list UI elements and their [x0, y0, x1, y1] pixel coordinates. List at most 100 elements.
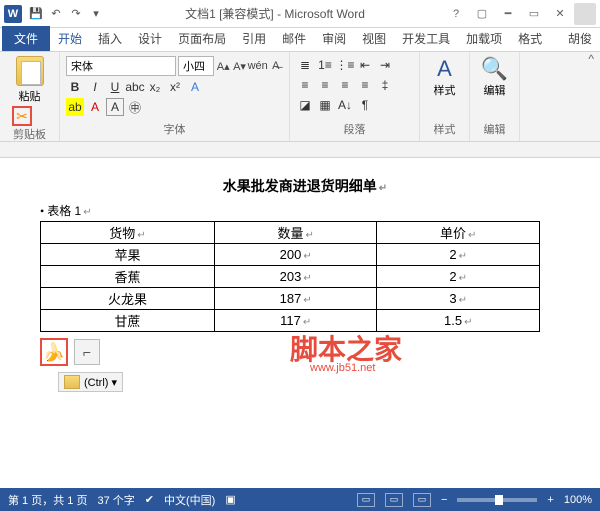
multilevel-button[interactable]: ⋮≡ [336, 56, 354, 74]
numbering-button[interactable]: 1≡ [316, 56, 334, 74]
tab-mailings[interactable]: 邮件 [274, 26, 314, 51]
borders-button[interactable]: ▦ [316, 96, 334, 114]
paste-options-button[interactable]: (Ctrl) ▾ [58, 372, 123, 392]
justify-button[interactable]: ≡ [356, 76, 374, 94]
pasted-image-area: 🍌 ⌐ [40, 338, 100, 366]
table-row: 苹果200↵2↵ [41, 244, 540, 266]
inc-indent-button[interactable]: ⇥ [376, 56, 394, 74]
strike-button[interactable]: abc [126, 78, 144, 96]
banana-image[interactable]: 🍌 [40, 338, 68, 366]
sort-button[interactable]: A↓ [336, 96, 354, 114]
underline-button[interactable]: U [106, 78, 124, 96]
paste-icon [16, 56, 44, 86]
paragraph-group-label: 段落 [296, 121, 413, 137]
subscript-button[interactable]: x₂ [146, 78, 164, 96]
styles-icon[interactable]: A [437, 56, 452, 82]
show-marks-button[interactable]: ¶ [356, 96, 374, 114]
status-language[interactable]: 中文(中国) [164, 492, 215, 508]
view-read-icon[interactable]: ▭ [357, 493, 375, 507]
clipboard-group-label: 剪贴板 [6, 126, 53, 142]
qat-redo-icon[interactable]: ↷ [68, 6, 84, 22]
tab-references[interactable]: 引用 [234, 26, 274, 51]
collapse-ribbon-icon[interactable]: ^ [588, 52, 594, 66]
clear-format-icon[interactable]: A̶ [269, 57, 283, 75]
superscript-button[interactable]: x² [166, 78, 184, 96]
group-font: A▴ A▾ wén A̶ B I U abc x₂ x² A ab A A ㊥ … [60, 52, 290, 141]
group-editing: 🔍 编辑 编辑 [470, 52, 520, 141]
shrink-font-icon[interactable]: A▾ [232, 57, 246, 75]
tab-addins[interactable]: 加载项 [458, 26, 510, 51]
bold-button[interactable]: B [66, 78, 84, 96]
layout-options-icon[interactable]: ⌐ [74, 339, 100, 365]
document-area[interactable]: 水果批发商进退货明细单↵ • 表格 1↵ 货物↵ 数量↵ 单价↵ 苹果200↵2… [0, 158, 600, 468]
tab-file[interactable]: 文件 [2, 26, 50, 51]
editing-button-label: 编辑 [484, 82, 506, 98]
tab-format[interactable]: 格式 [510, 26, 550, 51]
status-words[interactable]: 37 个字 [97, 492, 134, 508]
tab-design[interactable]: 设计 [130, 26, 170, 51]
table-header-row: 货物↵ 数量↵ 单价↵ [41, 222, 540, 244]
line-spacing-button[interactable]: ‡ [376, 76, 394, 94]
font-color-button[interactable]: A [86, 98, 104, 116]
table-header-cell: 数量↵ [214, 222, 377, 244]
find-icon[interactable]: 🔍 [481, 56, 508, 82]
cut-button[interactable]: ✂ [12, 106, 32, 126]
shading-button[interactable]: ◪ [296, 96, 314, 114]
char-shading-button[interactable]: A [106, 98, 124, 116]
enclose-char-button[interactable]: ㊥ [126, 98, 144, 116]
help-icon[interactable]: ? [446, 6, 466, 22]
editing-group-label: 编辑 [484, 121, 506, 137]
zoom-in-button[interactable]: + [547, 494, 553, 506]
grow-font-icon[interactable]: A▴ [216, 57, 230, 75]
qat-dropdown-icon[interactable]: ▾ [88, 6, 104, 22]
font-name-select[interactable] [66, 56, 176, 76]
highlight-button[interactable]: ab [66, 98, 84, 116]
group-styles: A 样式 样式 [420, 52, 470, 141]
tab-review[interactable]: 审阅 [314, 26, 354, 51]
qat-save-icon[interactable]: 💾 [28, 6, 44, 22]
qat-undo-icon[interactable]: ↶ [48, 6, 64, 22]
view-print-icon[interactable]: ▭ [385, 493, 403, 507]
table-row: 香蕉203↵2↵ [41, 266, 540, 288]
user-avatar[interactable] [574, 3, 596, 25]
zoom-slider[interactable] [457, 498, 537, 502]
align-left-button[interactable]: ≡ [296, 76, 314, 94]
bullets-button[interactable]: ≣ [296, 56, 314, 74]
tab-insert[interactable]: 插入 [90, 26, 130, 51]
align-right-button[interactable]: ≡ [336, 76, 354, 94]
tab-home[interactable]: 开始 [50, 26, 90, 51]
table-row: 甘蔗117↵1.5↵ [41, 310, 540, 332]
minimize-icon[interactable]: ━ [498, 6, 518, 22]
user-name[interactable]: 胡俊 [560, 26, 600, 51]
watermark-url: www.jb51.net [310, 362, 402, 374]
word-app-icon: W [4, 5, 22, 23]
watermark-text: 脚本之家 [290, 328, 402, 368]
group-clipboard: 粘贴 ✂ 剪贴板 [0, 52, 60, 141]
group-paragraph: ≣ 1≡ ⋮≡ ⇤ ⇥ ≡ ≡ ≡ ≡ ‡ ◪ ▦ A↓ ¶ 段落 [290, 52, 420, 141]
maximize-icon[interactable]: ▭ [524, 6, 544, 22]
dec-indent-button[interactable]: ⇤ [356, 56, 374, 74]
status-proofing-icon[interactable]: ✔ [145, 493, 154, 506]
text-effects-icon[interactable]: A [186, 78, 204, 96]
zoom-level[interactable]: 100% [564, 494, 592, 506]
table-header-cell: 单价↵ [377, 222, 540, 244]
italic-button[interactable]: I [86, 78, 104, 96]
detail-table[interactable]: 货物↵ 数量↵ 单价↵ 苹果200↵2↵ 香蕉203↵2↵ 火龙果187↵3↵ … [40, 221, 540, 332]
align-center-button[interactable]: ≡ [316, 76, 334, 94]
status-macro-icon[interactable]: ▣ [225, 493, 235, 506]
ribbon-display-icon[interactable]: ▢ [472, 6, 492, 22]
tab-view[interactable]: 视图 [354, 26, 394, 51]
phonetic-guide-icon[interactable]: wén [249, 57, 267, 75]
close-icon[interactable]: ✕ [550, 6, 570, 22]
paste-button[interactable]: 粘贴 [6, 56, 53, 104]
styles-button-label: 样式 [434, 82, 456, 98]
status-bar: 第 1 页，共 1 页 37 个字 ✔ 中文(中国) ▣ ▭ ▭ ▭ − + 1… [0, 488, 600, 511]
horizontal-ruler[interactable] [0, 142, 600, 158]
tab-developer[interactable]: 开发工具 [394, 26, 458, 51]
tab-layout[interactable]: 页面布局 [170, 26, 234, 51]
status-page[interactable]: 第 1 页，共 1 页 [8, 492, 87, 508]
title-bar: W 💾 ↶ ↷ ▾ 文档1 [兼容模式] - Microsoft Word ? … [0, 0, 600, 28]
font-size-select[interactable] [178, 56, 214, 76]
view-web-icon[interactable]: ▭ [413, 493, 431, 507]
zoom-out-button[interactable]: − [441, 494, 447, 506]
